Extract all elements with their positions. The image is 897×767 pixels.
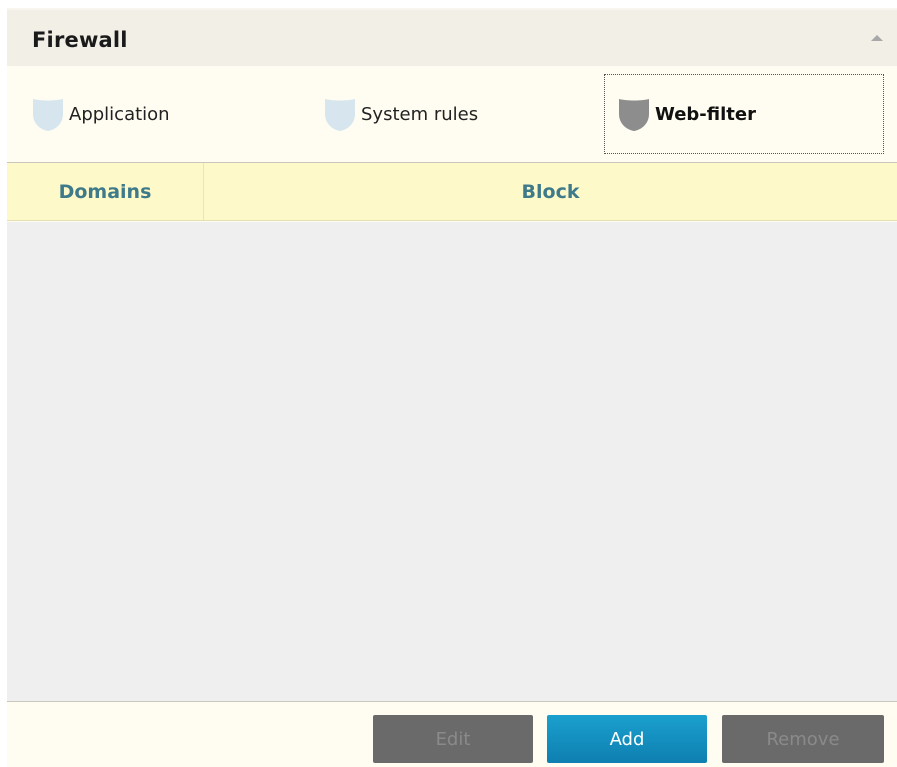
table-header: Domains Block <box>7 163 897 221</box>
firewall-panel: Firewall Application System rules Web-fi… <box>7 8 897 767</box>
shield-icon <box>33 99 63 131</box>
tab-bar: Application System rules Web-filter <box>7 66 897 163</box>
remove-button[interactable]: Remove <box>722 715 884 763</box>
tab-label: Web-filter <box>655 103 756 125</box>
edit-button[interactable]: Edit <box>373 715 533 763</box>
tab-application[interactable]: Application <box>31 74 291 154</box>
column-header-block[interactable]: Block <box>204 163 897 220</box>
panel-title: Firewall <box>32 28 128 52</box>
domains-table-body[interactable] <box>7 222 897 701</box>
tab-web-filter[interactable]: Web-filter <box>604 74 884 154</box>
collapse-arrow-icon[interactable] <box>871 35 883 41</box>
column-header-domains[interactable]: Domains <box>7 163 204 220</box>
tab-system-rules[interactable]: System rules <box>323 74 583 154</box>
tab-label: Application <box>69 103 170 125</box>
shield-icon <box>619 99 649 131</box>
add-button[interactable]: Add <box>547 715 707 763</box>
shield-icon <box>325 99 355 131</box>
panel-header: Firewall <box>7 8 897 66</box>
action-bar: Edit Add Remove <box>7 701 897 767</box>
tab-label: System rules <box>361 103 479 125</box>
